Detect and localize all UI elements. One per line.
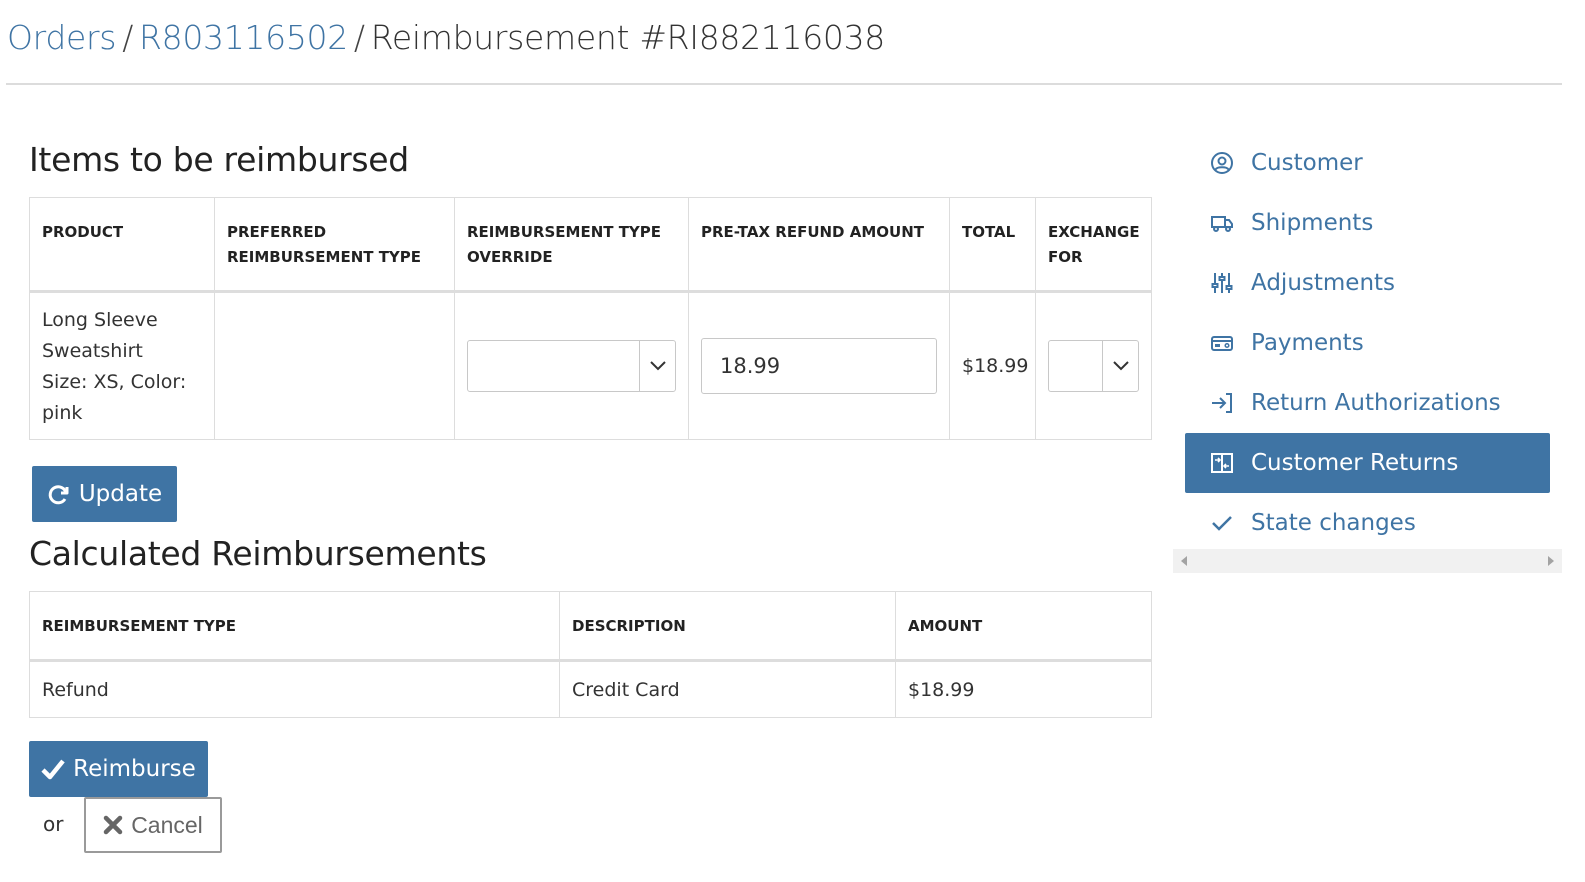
sidebar-item-customer[interactable]: Customer bbox=[1185, 133, 1550, 193]
product-cell: Long Sleeve Sweatshirt Size: XS, Color: … bbox=[29, 291, 215, 440]
product-variant: Size: XS, Color: pink bbox=[42, 371, 187, 424]
reimbursement-type-override-select[interactable] bbox=[467, 340, 676, 392]
sidebar-horizontal-scrollbar[interactable] bbox=[1173, 549, 1562, 573]
sidebar-item-return-authorizations[interactable]: Return Authorizations bbox=[1185, 373, 1550, 433]
sidebar-item-label: Adjustments bbox=[1251, 270, 1396, 296]
sidebar-item-payments[interactable]: Payments bbox=[1185, 313, 1550, 373]
table-row: Long Sleeve Sweatshirt Size: XS, Color: … bbox=[29, 291, 1152, 440]
amount-cell: $18.99 bbox=[895, 660, 1152, 718]
page-title: Reimbursement #RI882116038 bbox=[370, 18, 886, 57]
sign-in-icon bbox=[1209, 390, 1235, 416]
breadcrumb-separator: / bbox=[353, 18, 365, 57]
cancel-button-label: Cancel bbox=[131, 811, 203, 838]
close-icon bbox=[103, 815, 123, 835]
reimburse-button-label: Reimburse bbox=[73, 756, 196, 782]
check-icon bbox=[1209, 510, 1235, 536]
sidebar-item-label: State changes bbox=[1251, 510, 1416, 536]
calculated-section-title: Calculated Reimbursements bbox=[29, 534, 487, 573]
sidebar-item-label: Shipments bbox=[1251, 210, 1374, 236]
header-divider bbox=[6, 83, 1562, 85]
sidebar-item-label: Customer bbox=[1251, 150, 1363, 176]
credit-card-icon bbox=[1209, 330, 1235, 356]
sidebar-item-label: Return Authorizations bbox=[1251, 390, 1501, 416]
breadcrumb-separator: / bbox=[122, 18, 134, 57]
column-header: DESCRIPTION bbox=[559, 591, 896, 662]
pretax-amount-cell bbox=[688, 291, 950, 440]
or-text: or bbox=[43, 812, 64, 836]
items-table-header: PRODUCT PREFERRED REIMBURSEMENT TYPE REI… bbox=[29, 197, 1152, 293]
breadcrumb-orders-link[interactable]: Orders bbox=[7, 18, 116, 57]
table-row: Refund Credit Card $18.99 bbox=[29, 660, 1152, 718]
exchange-icon bbox=[1209, 450, 1235, 476]
total-cell: $18.99 bbox=[949, 291, 1036, 440]
cancel-button[interactable]: Cancel bbox=[84, 797, 222, 853]
breadcrumb: Orders / R803116502/Reimbursement #RI88211… bbox=[7, 18, 885, 57]
update-button[interactable]: Update bbox=[32, 466, 177, 522]
chevron-down-icon bbox=[1102, 341, 1138, 391]
sidebar-item-customer-returns[interactable]: Customer Returns bbox=[1185, 433, 1550, 493]
column-header: REIMBURSEMENT TYPE OVERRIDE bbox=[454, 197, 689, 293]
exchange-for-select[interactable] bbox=[1048, 340, 1139, 392]
sidebar-item-label: Customer Returns bbox=[1251, 450, 1459, 476]
preferred-type-cell bbox=[214, 291, 455, 440]
column-header: AMOUNT bbox=[895, 591, 1152, 662]
sidebar-item-adjustments[interactable]: Adjustments bbox=[1185, 253, 1550, 313]
chevron-down-icon bbox=[639, 341, 675, 391]
user-circle-icon bbox=[1209, 150, 1235, 176]
exchange-cell bbox=[1035, 291, 1152, 440]
check-icon bbox=[41, 758, 65, 780]
sidebar-item-shipments[interactable]: Shipments bbox=[1185, 193, 1550, 253]
calculated-table-header: REIMBURSEMENT TYPE DESCRIPTION AMOUNT bbox=[29, 591, 1152, 662]
order-sidebar-nav: Customer Shipments Adjustments Payments … bbox=[1185, 133, 1550, 553]
sidebar-item-label: Payments bbox=[1251, 330, 1364, 356]
column-header: EXCHANGE FOR bbox=[1035, 197, 1152, 293]
product-name: Long Sleeve Sweatshirt bbox=[42, 309, 158, 362]
truck-icon bbox=[1209, 210, 1235, 236]
description-cell: Credit Card bbox=[559, 660, 896, 718]
reimburse-button[interactable]: Reimburse bbox=[29, 741, 208, 797]
column-header: PREFERRED REIMBURSEMENT TYPE bbox=[214, 197, 455, 293]
calculated-reimbursements-table: REIMBURSEMENT TYPE DESCRIPTION AMOUNT Re… bbox=[29, 591, 1152, 718]
reimbursement-type-cell: Refund bbox=[29, 660, 560, 718]
column-header: PRE-TAX REFUND AMOUNT bbox=[688, 197, 950, 293]
column-header: REIMBURSEMENT TYPE bbox=[29, 591, 560, 662]
override-cell bbox=[454, 291, 689, 440]
column-header: TOTAL bbox=[949, 197, 1036, 293]
items-section-title: Items to be reimbursed bbox=[29, 140, 409, 179]
scroll-right-arrow-icon[interactable] bbox=[1548, 556, 1554, 566]
scroll-left-arrow-icon[interactable] bbox=[1181, 556, 1187, 566]
pretax-refund-amount-input[interactable] bbox=[701, 338, 937, 394]
sidebar-item-state-changes[interactable]: State changes bbox=[1185, 493, 1550, 553]
refresh-icon bbox=[47, 482, 71, 506]
breadcrumb-order-link[interactable]: R803116502 bbox=[139, 18, 348, 57]
sliders-icon bbox=[1209, 270, 1235, 296]
column-header: PRODUCT bbox=[29, 197, 215, 293]
update-button-label: Update bbox=[78, 481, 163, 507]
items-table: PRODUCT PREFERRED REIMBURSEMENT TYPE REI… bbox=[29, 197, 1152, 440]
